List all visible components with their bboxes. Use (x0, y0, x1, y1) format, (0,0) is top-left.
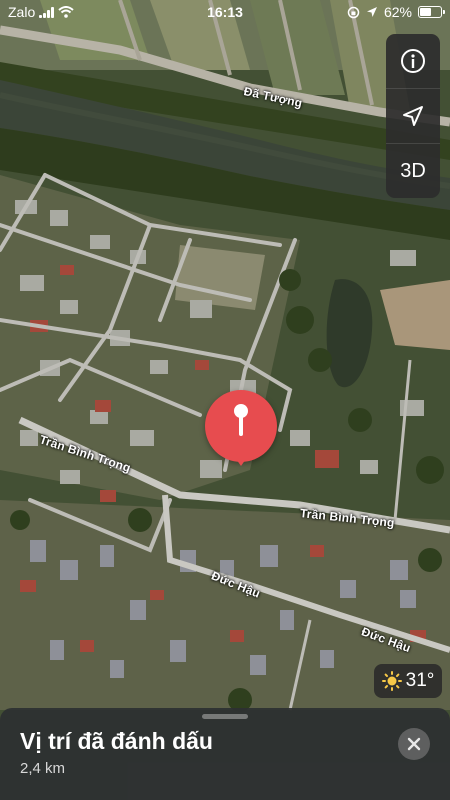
battery-icon (418, 6, 445, 18)
sheet-grabber[interactable] (202, 714, 248, 719)
place-title: Vị trí đã đánh dấu (20, 728, 213, 754)
marked-location-pin[interactable] (205, 390, 277, 466)
weather-badge[interactable]: 31° (374, 664, 442, 698)
weather-temperature: 31° (405, 670, 435, 691)
map-controls: 3D (386, 34, 440, 198)
toggle-3d-button[interactable]: 3D (386, 144, 440, 198)
location-arrow-icon (403, 106, 423, 126)
info-button[interactable] (386, 34, 440, 89)
place-distance: 2,4 km (20, 760, 66, 777)
status-right: 62% (347, 4, 445, 20)
close-icon (407, 737, 421, 751)
battery-percent: 62% (383, 4, 412, 20)
place-card[interactable]: Vị trí đã đánh dấu 2,4 km (0, 708, 450, 800)
close-button[interactable] (398, 728, 430, 760)
info-icon (401, 49, 425, 73)
toggle-3d-label: 3D (400, 159, 426, 182)
rotation-lock-icon (347, 6, 360, 18)
sun-icon (381, 671, 402, 691)
current-location-button[interactable] (386, 89, 440, 144)
status-bar: Zalo 16:13 62% (0, 0, 450, 24)
location-arrow-icon (366, 7, 377, 17)
